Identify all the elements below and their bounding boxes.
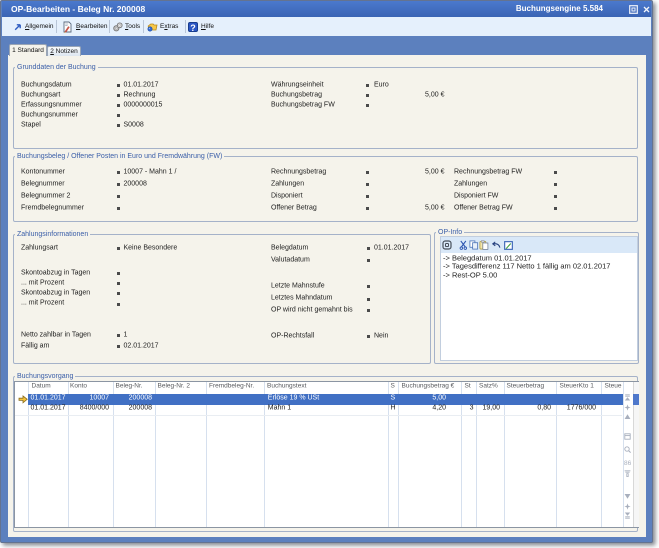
- svg-text:86: 86: [624, 460, 631, 466]
